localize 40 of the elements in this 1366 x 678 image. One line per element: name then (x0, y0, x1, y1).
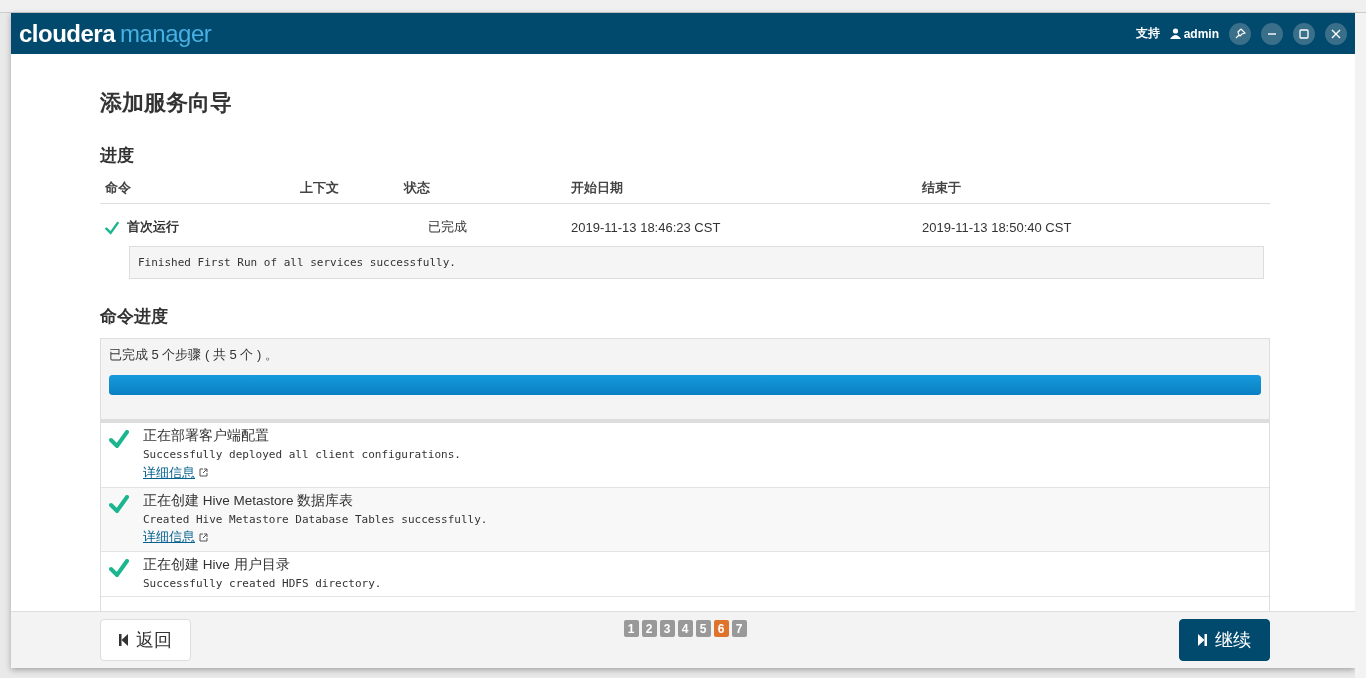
step-detail: Created Hive Metastore Database Tables successfully. (143, 512, 488, 527)
start-date-cell: 2019-11-13 18:46:23 CST (571, 219, 721, 235)
step-title: 正在创建 Hive Metastore 数据库表 (143, 492, 355, 510)
end-date-cell: 2019-11-13 18:50:40 CST (922, 219, 1072, 235)
check-icon (109, 494, 129, 513)
continue-button[interactable]: 继续 (1179, 619, 1270, 661)
check-icon (109, 430, 129, 448)
step-detail: Successfully created HDFS directory. (143, 577, 382, 591)
check-icon (109, 559, 129, 578)
external-link-icon (199, 468, 208, 478)
pin-icon[interactable] (1229, 22, 1251, 45)
external-link-icon (199, 532, 208, 542)
column-header: 开始日期 (566, 167, 917, 204)
command-name: 首次运行 (127, 218, 179, 236)
status-cell: 已完成 (428, 218, 467, 236)
user-icon (1169, 28, 1181, 39)
logo[interactable]: cloudera manager (19, 19, 212, 48)
back-button[interactable]: 返回 (100, 619, 191, 661)
progress-summary: 已完成 5 个步骤 ( 共 5 个 ) 。 (109, 346, 279, 364)
section-heading: 命令进度 (100, 306, 169, 328)
minimize-icon[interactable] (1261, 22, 1283, 45)
step-title: 正在部署客户端配置 (143, 428, 270, 445)
maximize-icon[interactable] (1293, 22, 1315, 45)
support-link[interactable]: 支持 (1135, 25, 1160, 42)
details-link[interactable]: 详细信息 (143, 529, 208, 546)
column-header: 上下文 (295, 167, 399, 204)
check-icon (105, 221, 119, 235)
column-header: 状态 (399, 167, 566, 204)
details-link[interactable]: 详细信息 (143, 464, 208, 481)
skip-forward-icon (1198, 634, 1207, 646)
user-menu[interactable]: admin (1183, 26, 1219, 41)
step-title: 正在创建 Hive 用户目录 (143, 557, 291, 575)
section-heading: 进度 (100, 145, 135, 167)
step-detail: Successfully deployed all client configurations. (143, 447, 461, 462)
column-header: 命令 (100, 167, 295, 204)
column-header: 结束于 (917, 167, 1270, 204)
wizard-title: 添加服务向导 (100, 89, 233, 117)
close-icon[interactable] (1325, 22, 1347, 45)
skip-back-icon (119, 634, 128, 646)
command-message: Finished First Run of all services successfully. (129, 246, 1264, 279)
